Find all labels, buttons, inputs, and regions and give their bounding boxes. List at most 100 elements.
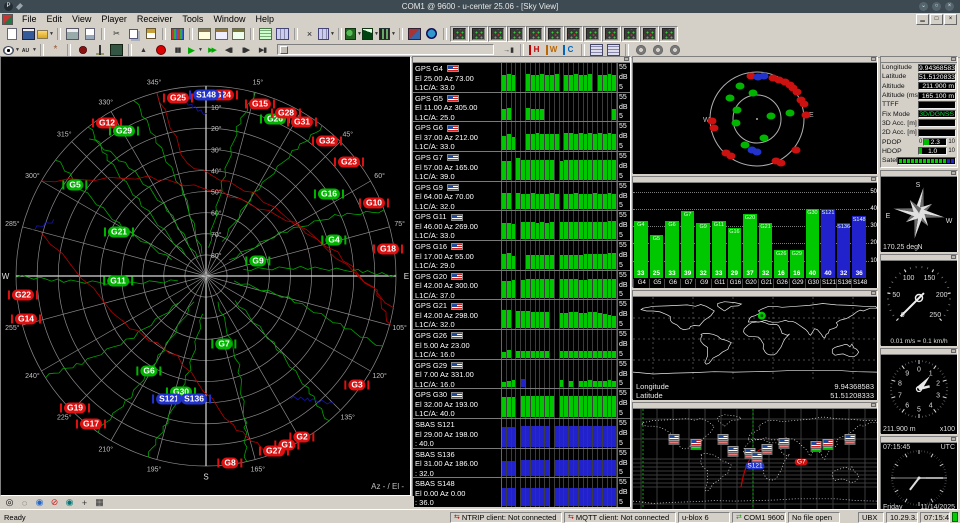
jump-end-icon[interactable] [500,43,517,57]
satellite-row-G16[interactable]: GPS G16El 17.00 Az 55.00L1C/A: 29.055dB5 [413,240,630,270]
docked-view-toggle-4[interactable] [507,26,526,42]
satellite-row-S148[interactable]: SBAS S148El 0.00 Az 0.00: 36.055dB5 [413,477,630,507]
playback-slider[interactable] [277,44,494,55]
chart-view-icon[interactable]: ▼ [362,27,379,41]
chevron-down-icon[interactable]: ⌄ [919,2,928,11]
print-preview-icon[interactable] [81,27,98,41]
menu-player[interactable]: Player [96,14,132,24]
globe-view-icon[interactable] [423,27,440,41]
docked-view-toggle-1[interactable] [450,26,469,42]
satellite-row-G5[interactable]: GPS G5El 11.00 Az 305.00L1C/A: 25.055dB5 [413,92,630,122]
panel-close-icon[interactable] [624,57,629,61]
camera-view-icon[interactable]: ▼ [379,27,396,41]
save-icon[interactable] [20,27,37,41]
panel-close-icon[interactable] [951,255,956,259]
satellite-row-G20[interactable]: GPS G20El 42.00 Az 300.00L1C/A: 37.055dB… [413,270,630,300]
satellite-row-G26[interactable]: GPS G26El 5.00 Az 23.00L1C/A: 16.055dB5 [413,329,630,359]
dock-menu-icon[interactable]: ▼ [318,27,335,41]
histogram-w-icon[interactable] [544,43,561,57]
image-view-icon[interactable] [406,27,423,41]
menu-window[interactable]: Window [208,14,250,24]
close-view-icon[interactable] [301,27,318,41]
circle-icon[interactable]: ◌ [17,496,32,510]
pause-icon[interactable] [169,43,186,57]
docked-view-toggle-9[interactable] [602,26,621,42]
table-2-icon[interactable] [605,43,622,57]
satellite-row-G4[interactable]: GPS G4El 25.00 Az 73.00L1C/A: 33.055dB5 [413,63,630,92]
docked-view-toggle-3[interactable] [488,26,507,42]
no-fix-icon[interactable]: ⊘ [47,496,62,510]
docked-view-toggle-7[interactable] [564,26,583,42]
menu-receiver[interactable]: Receiver [132,14,178,24]
satellite-row-G9[interactable]: GPS G9El 64.00 Az 70.00L1C/A: 32.055dB5 [413,181,630,211]
panel-close-icon[interactable] [951,57,956,61]
docked-view-toggle-8[interactable] [583,26,602,42]
pin-icon[interactable] [16,3,23,10]
dop-bar[interactable]: 1.0 [918,147,947,155]
skip-end-icon[interactable] [254,43,271,57]
gear-1-icon[interactable] [632,43,649,57]
menu-view[interactable]: View [67,14,96,24]
packet-console-icon[interactable] [169,27,186,41]
clear-icon[interactable] [47,43,64,57]
panel-close-icon[interactable] [951,171,956,175]
antenna-icon[interactable] [91,43,108,57]
record-icon[interactable] [152,43,169,57]
panel-close-icon[interactable] [871,403,876,407]
gear-2-icon[interactable] [649,43,666,57]
satellite-row-G6[interactable]: GPS G6El 37.00 Az 212.00L1C/A: 33.055dB5 [413,121,630,151]
deselect-icon[interactable]: ◎ [2,496,17,510]
world-icon[interactable]: ◉ [32,496,47,510]
open-icon[interactable]: ▼ [37,27,54,41]
print-icon[interactable] [64,27,81,41]
docked-view-toggle-11[interactable] [640,26,659,42]
panel-close-icon[interactable] [871,177,876,181]
histogram-c-icon[interactable] [561,43,578,57]
eject-icon[interactable] [135,43,152,57]
menu-edit[interactable]: Edit [42,14,68,24]
table-view-icon[interactable] [257,27,274,41]
document-icon[interactable] [2,14,13,25]
play-icon[interactable]: ▼ [186,43,203,57]
docking-windows-icon[interactable] [274,27,291,41]
satellite-row-G29[interactable]: GPS G29El 7.00 Az 331.00L1C/A: 16.055dB5 [413,359,630,389]
cut-icon[interactable] [108,27,125,41]
dop-bar[interactable]: 2.3 [923,138,947,146]
menu-file[interactable]: File [17,14,42,24]
step-back-icon[interactable] [220,43,237,57]
new-file-icon[interactable] [3,27,20,41]
camera-icon[interactable] [108,43,125,57]
text-console-icon[interactable] [196,27,213,41]
satellite-row-S121[interactable]: SBAS S121El 29.00 Az 198.00: 40.055dB5 [413,418,630,448]
slider-thumb[interactable] [280,46,288,54]
close-icon[interactable]: × [945,2,954,11]
map-view-icon[interactable]: ▼ [345,27,362,41]
eye-dropdown-icon[interactable]: ▼ [3,43,20,57]
histogram-h-icon[interactable] [527,43,544,57]
mdi-minimize-icon[interactable]: ▁ [916,14,929,25]
table-1-icon[interactable] [588,43,605,57]
fix-dot-icon[interactable]: ◉ [62,496,77,510]
crosshair-icon[interactable]: + [77,496,92,510]
satellite-row-S136[interactable]: SBAS S136El 31.00 Az 186.00: 32.055dB5 [413,448,630,478]
docked-view-toggle-10[interactable] [621,26,640,42]
copy-icon[interactable] [125,27,142,41]
fast-forward-icon[interactable] [203,43,220,57]
mdi-close-icon[interactable]: × [944,14,957,25]
satellite-row-G30[interactable]: GPS G30El 32.00 Az 193.00L1C/A: 40.055dB… [413,388,630,418]
data-panel-header[interactable] [881,57,957,63]
paste-icon[interactable] [142,27,159,41]
docked-view-toggle-2[interactable] [469,26,488,42]
satellite-row-G21[interactable]: GPS G21El 42.00 Az 298.00L1C/A: 32.055dB… [413,299,630,329]
satellite-row-G11[interactable]: GPS G11El 46.00 Az 269.00L1C/A: 33.055dB… [413,210,630,240]
configure-view-icon[interactable] [230,27,247,41]
menu-tools[interactable]: Tools [177,14,208,24]
units-dropdown-icon[interactable]: ▼ [20,43,37,57]
grid-small-icon[interactable]: ▦ [92,496,107,510]
docked-view-toggle-12[interactable] [659,26,678,42]
gear-3-icon[interactable] [666,43,683,57]
panel-close-icon[interactable] [871,291,876,295]
satellite-row-G7[interactable]: GPS G7El 57.00 Az 165.00L1C/A: 39.055dB5 [413,151,630,181]
panel-close-icon[interactable] [871,57,876,61]
docked-view-toggle-6[interactable] [545,26,564,42]
